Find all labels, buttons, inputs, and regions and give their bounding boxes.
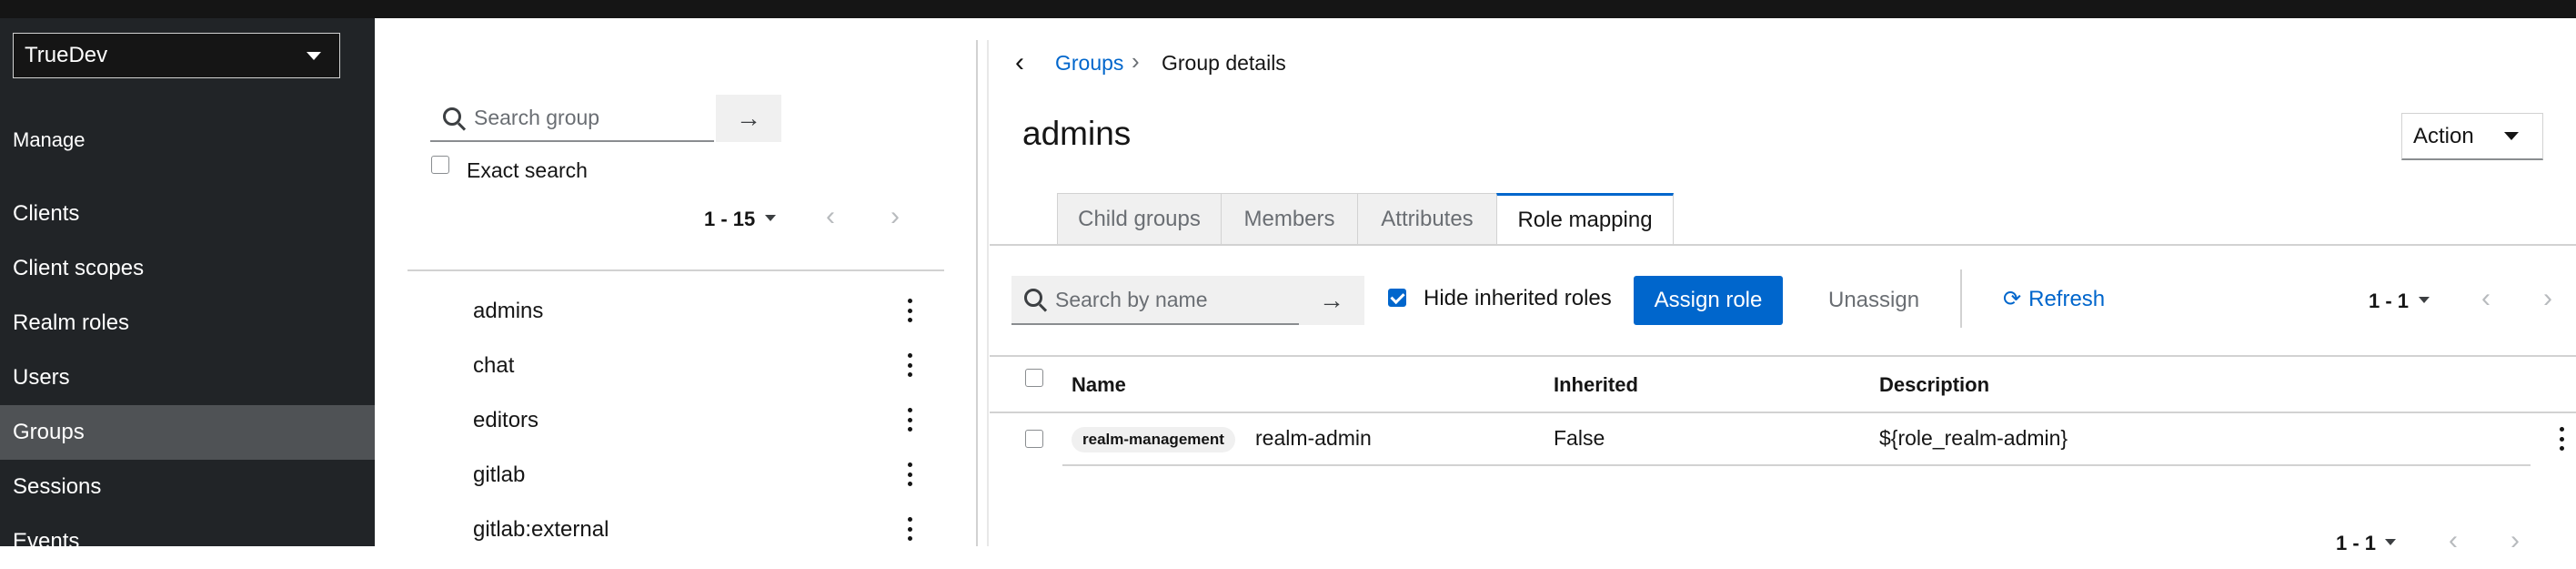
group-search-submit-button[interactable]: → [716,95,781,142]
table-row-divider [1062,464,2531,466]
sidebar-item-label: Events [13,529,80,554]
group-search-box [430,94,714,142]
column-header-name[interactable]: Name [1072,373,1126,397]
divider [990,355,2576,357]
arrow-right-icon: → [1319,286,1344,314]
tab-label: Child groups [1078,206,1201,231]
tabs-divider [990,244,2576,246]
breadcrumb-current: Group details [1162,51,1286,75]
column-header-inherited: Inherited [1554,373,1638,396]
unassign-button[interactable]: Unassign [1828,288,1919,313]
refresh-label: Refresh [2028,286,2106,311]
tab-role-mapping[interactable]: Role mapping [1496,193,1674,244]
tab-label: Members [1243,206,1335,231]
caret-down-icon [2419,297,2430,303]
sidebar-item-users[interactable]: Users [0,351,375,405]
sidebar-item-clients[interactable]: Clients [0,187,375,241]
kebab-icon[interactable] [907,408,912,432]
search-icon [443,107,461,126]
breadcrumb-groups-link[interactable]: Groups [1055,51,1123,76]
sidebar-item-label: Realm roles [13,310,130,335]
caret-down-icon [2504,132,2519,140]
column-header-description: Description [1879,373,1990,396]
kebab-icon[interactable] [907,517,912,541]
sidebar-item-label: Client scopes [13,256,145,280]
chevron-right-icon: › [1132,47,1140,75]
tree-item-editors[interactable]: editors [473,408,538,433]
action-dropdown-label: Action [2413,123,2474,148]
chevron-left-icon[interactable]: ‹ [826,203,835,230]
tree-item-gitlab[interactable]: gitlab [473,462,525,488]
kebab-icon[interactable] [907,353,912,377]
caret-down-icon [307,51,321,60]
hide-inherited-checkbox[interactable] [1388,289,1406,307]
search-icon [1024,289,1042,307]
hide-inherited-label: Hide inherited roles [1424,286,1612,310]
page-title: admins [1022,115,1132,152]
tree-item-admins[interactable]: admins [473,299,543,324]
nav-section-manage: Manage [13,128,86,151]
tab-child-groups[interactable]: Child groups [1057,193,1222,244]
sidebar-item-label: Sessions [13,474,102,499]
divider [408,269,944,271]
sidebar-item-events[interactable]: Events [0,514,375,569]
role-name: realm-admin [1255,426,1372,450]
assign-role-label: Assign role [1654,288,1763,312]
client-badge: realm-management [1072,427,1235,452]
chevron-left-icon[interactable]: ‹ [1015,49,1024,76]
sidebar-item-label: Groups [13,420,85,444]
exact-search-checkbox[interactable] [431,156,449,174]
tab-label: Role mapping [1517,207,1653,232]
realm-selector-label: TrueDev [25,43,108,67]
arrow-right-icon: → [736,104,761,132]
tab-members[interactable]: Members [1221,193,1358,244]
caret-down-icon [765,215,776,221]
chevron-left-icon[interactable]: ‹ [2449,527,2458,554]
sidebar-item-groups[interactable]: Groups [0,405,375,460]
tree-item-chat[interactable]: chat [473,353,514,379]
row-checkbox[interactable] [1025,430,1043,448]
tree-item-gitlab-external[interactable]: gitlab:external [473,517,609,543]
sidebar-item-sessions[interactable]: Sessions [0,460,375,514]
role-inherited: False [1554,426,1605,450]
kebab-icon[interactable] [907,299,912,322]
exact-search-label: Exact search [467,158,588,182]
group-search-input[interactable] [430,94,714,141]
chevron-right-icon[interactable]: › [2511,527,2520,554]
role-search-box [1011,275,1299,325]
masthead [0,0,2576,18]
action-dropdown[interactable]: Action [2401,113,2543,160]
sidebar-item-label: Users [13,365,70,390]
caret-down-icon [2385,539,2396,545]
role-pagination-label[interactable]: 1 - 1 [2369,290,2409,313]
role-search-submit-button[interactable]: → [1299,276,1364,325]
assign-role-button[interactable]: Assign role [1634,276,1783,325]
panel-splitter[interactable] [976,40,978,546]
chevron-left-icon[interactable]: ‹ [2481,285,2490,312]
kebab-icon[interactable] [907,462,912,486]
select-all-checkbox[interactable] [1025,369,1043,387]
panel-divider [987,40,989,546]
chevron-right-icon[interactable]: › [891,203,900,230]
refresh-icon: ⟳ [2003,287,2022,311]
sidebar-item-label: Clients [13,201,80,226]
sidebar-item-realm-roles[interactable]: Realm roles [0,296,375,351]
realm-selector[interactable]: TrueDev [13,33,340,78]
refresh-button[interactable]: ⟳ Refresh [2003,286,2105,312]
toolbar-separator [1960,269,1962,328]
tab-attributes[interactable]: Attributes [1357,193,1497,244]
kebab-icon[interactable] [2559,427,2564,451]
tree-pagination-label[interactable]: 1 - 15 [704,208,755,231]
sidebar-item-client-scopes[interactable]: Client scopes [0,241,375,296]
table-header-divider [990,412,2576,413]
chevron-right-icon[interactable]: › [2543,285,2552,312]
role-description: ${role_realm-admin} [1879,426,2068,450]
tab-label: Attributes [1381,206,1474,231]
role-search-input[interactable] [1011,275,1299,324]
footer-pagination-label[interactable]: 1 - 1 [2336,532,2376,555]
